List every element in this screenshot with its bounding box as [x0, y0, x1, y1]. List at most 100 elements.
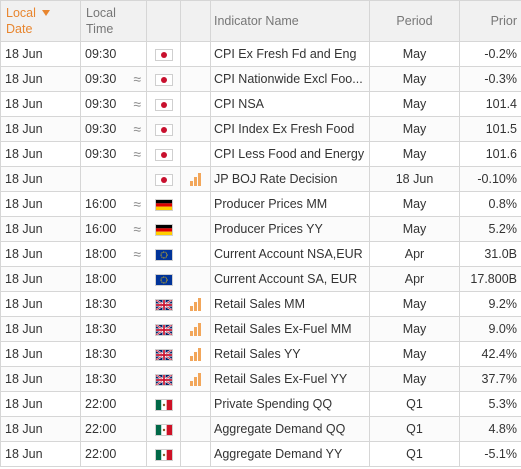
- indicator-name-cell[interactable]: JP BOJ Rate Decision: [210, 166, 370, 192]
- indicator-name-cell[interactable]: Current Account NSA,EUR: [210, 241, 370, 267]
- approx-time-icon: ≈: [133, 196, 141, 212]
- indicator-name-cell[interactable]: CPI Index Ex Fresh Food: [210, 116, 370, 142]
- indicator-name-text: CPI Ex Fresh Fd and Eng: [214, 47, 357, 61]
- date-text: 18 Jun: [5, 197, 43, 211]
- importance-cell: [180, 191, 211, 217]
- country-cell: [146, 391, 181, 417]
- table-row[interactable]: 18 Jun 09:30 ≈ CPI Less Food and Energy M…: [0, 141, 521, 167]
- japan-flag-icon: [154, 48, 173, 61]
- prior-value-text: 9.2%: [488, 297, 518, 311]
- indicator-name-cell[interactable]: CPI Ex Fresh Fd and Eng: [210, 41, 370, 67]
- date-text: 18 Jun: [5, 97, 43, 111]
- prior-value-text: 101.4: [485, 97, 517, 111]
- time-cell: 16:00 ≈: [80, 216, 147, 242]
- indicator-name-cell[interactable]: Current Account SA, EUR: [210, 266, 370, 292]
- period-cell: May: [369, 191, 460, 217]
- indicator-name-cell[interactable]: Retail Sales Ex-Fuel YY: [210, 366, 370, 392]
- indicator-name-cell[interactable]: CPI NSA: [210, 91, 370, 117]
- table-row[interactable]: 18 Jun 18:30 Retail Sales Ex-Fuel YY May…: [0, 366, 521, 392]
- indicator-name-cell[interactable]: Retail Sales Ex-Fuel MM: [210, 316, 370, 342]
- date-text: 18 Jun: [5, 397, 43, 411]
- table-row[interactable]: 18 Jun 18:00 Current Account SA, EUR Apr…: [0, 266, 521, 292]
- period-cell: Q1: [369, 391, 460, 417]
- prior-value-text: 37.7%: [481, 372, 517, 386]
- importance-cell: [180, 291, 211, 317]
- time-cell: 09:30 ≈: [80, 141, 147, 167]
- country-cell: [146, 141, 181, 167]
- indicator-name-cell[interactable]: Aggregate Demand QQ: [210, 416, 370, 442]
- local-date-header-line2: Date: [6, 22, 33, 36]
- importance-bars-icon: [189, 322, 202, 337]
- indicator-name-cell[interactable]: CPI Nationwide Excl Foo...: [210, 66, 370, 92]
- mexico-flag-icon: [154, 448, 173, 461]
- japan-flag-icon: [154, 123, 173, 136]
- table-row[interactable]: 18 Jun 18:30 Retail Sales MM May 9.2%: [0, 291, 521, 317]
- date-cell: 18 Jun: [0, 116, 81, 142]
- table-row[interactable]: 18 Jun 09:30 ≈ CPI Nationwide Excl Foo...…: [0, 66, 521, 92]
- time-cell: 18:00 ≈: [80, 241, 147, 267]
- uk-flag-icon: [154, 348, 173, 361]
- importance-bars-icon: [189, 347, 202, 362]
- table-row[interactable]: 18 Jun 18:30 Retail Sales Ex-Fuel MM May…: [0, 316, 521, 342]
- country-cell: [146, 66, 181, 92]
- period-cell: Q1: [369, 416, 460, 442]
- table-row[interactable]: 18 Jun 22:00 Aggregate Demand YY Q1 -5.1…: [0, 441, 521, 467]
- prior-cell: 9.2%: [459, 291, 521, 317]
- table-row[interactable]: 18 Jun 16:00 ≈ Producer Prices YY May 5.2…: [0, 216, 521, 242]
- local-date-column-header[interactable]: Local Date: [0, 0, 81, 42]
- period-text: May: [402, 322, 427, 336]
- importance-cell: [180, 141, 211, 167]
- indicator-name-text: CPI Index Ex Fresh Food: [214, 122, 355, 136]
- country-column-header[interactable]: [146, 0, 181, 42]
- indicator-name-cell[interactable]: Retail Sales MM: [210, 291, 370, 317]
- indicator-name-cell[interactable]: Producer Prices MM: [210, 191, 370, 217]
- date-cell: 18 Jun: [0, 216, 81, 242]
- indicator-name-cell[interactable]: Retail Sales YY: [210, 341, 370, 367]
- importance-cell: [180, 216, 211, 242]
- time-cell: 09:30: [80, 41, 147, 67]
- period-cell: 18 Jun: [369, 166, 460, 192]
- local-time-column-header[interactable]: Local Time: [80, 0, 147, 42]
- date-cell: 18 Jun: [0, 366, 81, 392]
- date-cell: 18 Jun: [0, 41, 81, 67]
- indicator-name-text: Retail Sales YY: [214, 347, 301, 361]
- table-row[interactable]: 18 Jun 16:00 ≈ Producer Prices MM May 0.8…: [0, 191, 521, 217]
- indicator-name-text: Aggregate Demand QQ: [214, 422, 346, 436]
- table-row[interactable]: 18 Jun JP BOJ Rate Decision 18 Jun -0.10…: [0, 166, 521, 192]
- importance-column-header[interactable]: [180, 0, 211, 42]
- uk-flag-icon: [154, 298, 173, 311]
- period-cell: May: [369, 116, 460, 142]
- table-row[interactable]: 18 Jun 18:00 ≈ Current Account NSA,EUR Ap…: [0, 241, 521, 267]
- prior-value-text: 4.8%: [488, 422, 518, 436]
- importance-cell: [180, 166, 211, 192]
- table-row[interactable]: 18 Jun 09:30 ≈ CPI NSA May 101.4: [0, 91, 521, 117]
- period-cell: May: [369, 316, 460, 342]
- table-row[interactable]: 18 Jun 22:00 Private Spending QQ Q1 5.3%: [0, 391, 521, 417]
- table-row[interactable]: 18 Jun 22:00 Aggregate Demand QQ Q1 4.8%: [0, 416, 521, 442]
- germany-flag-icon: [154, 223, 173, 236]
- prior-column-header[interactable]: Prior: [459, 0, 521, 42]
- country-cell: [146, 41, 181, 67]
- indicator-name-cell[interactable]: Private Spending QQ: [210, 391, 370, 417]
- mexico-flag-icon: [154, 423, 173, 436]
- indicator-name-cell[interactable]: Aggregate Demand YY: [210, 441, 370, 467]
- period-column-header[interactable]: Period: [369, 0, 460, 42]
- country-cell: [146, 441, 181, 467]
- period-text: May: [402, 222, 427, 236]
- mexico-flag-icon: [154, 398, 173, 411]
- time-cell: 16:00 ≈: [80, 191, 147, 217]
- time-text: 22:00: [85, 397, 117, 411]
- date-cell: 18 Jun: [0, 91, 81, 117]
- table-row[interactable]: 18 Jun 18:30 Retail Sales YY May 42.4%: [0, 341, 521, 367]
- indicator-name-cell[interactable]: Producer Prices YY: [210, 216, 370, 242]
- table-row[interactable]: 18 Jun 09:30 ≈ CPI Index Ex Fresh Food Ma…: [0, 116, 521, 142]
- date-cell: 18 Jun: [0, 441, 81, 467]
- indicator-name-column-header[interactable]: Indicator Name: [210, 0, 370, 42]
- date-cell: 18 Jun: [0, 291, 81, 317]
- time-text: 18:30: [85, 372, 117, 386]
- indicator-name-cell[interactable]: CPI Less Food and Energy: [210, 141, 370, 167]
- japan-flag-icon: [154, 173, 173, 186]
- table-row[interactable]: 18 Jun 09:30 CPI Ex Fresh Fd and Eng May…: [0, 41, 521, 67]
- period-text: May: [402, 72, 427, 86]
- time-text: 09:30: [85, 97, 117, 111]
